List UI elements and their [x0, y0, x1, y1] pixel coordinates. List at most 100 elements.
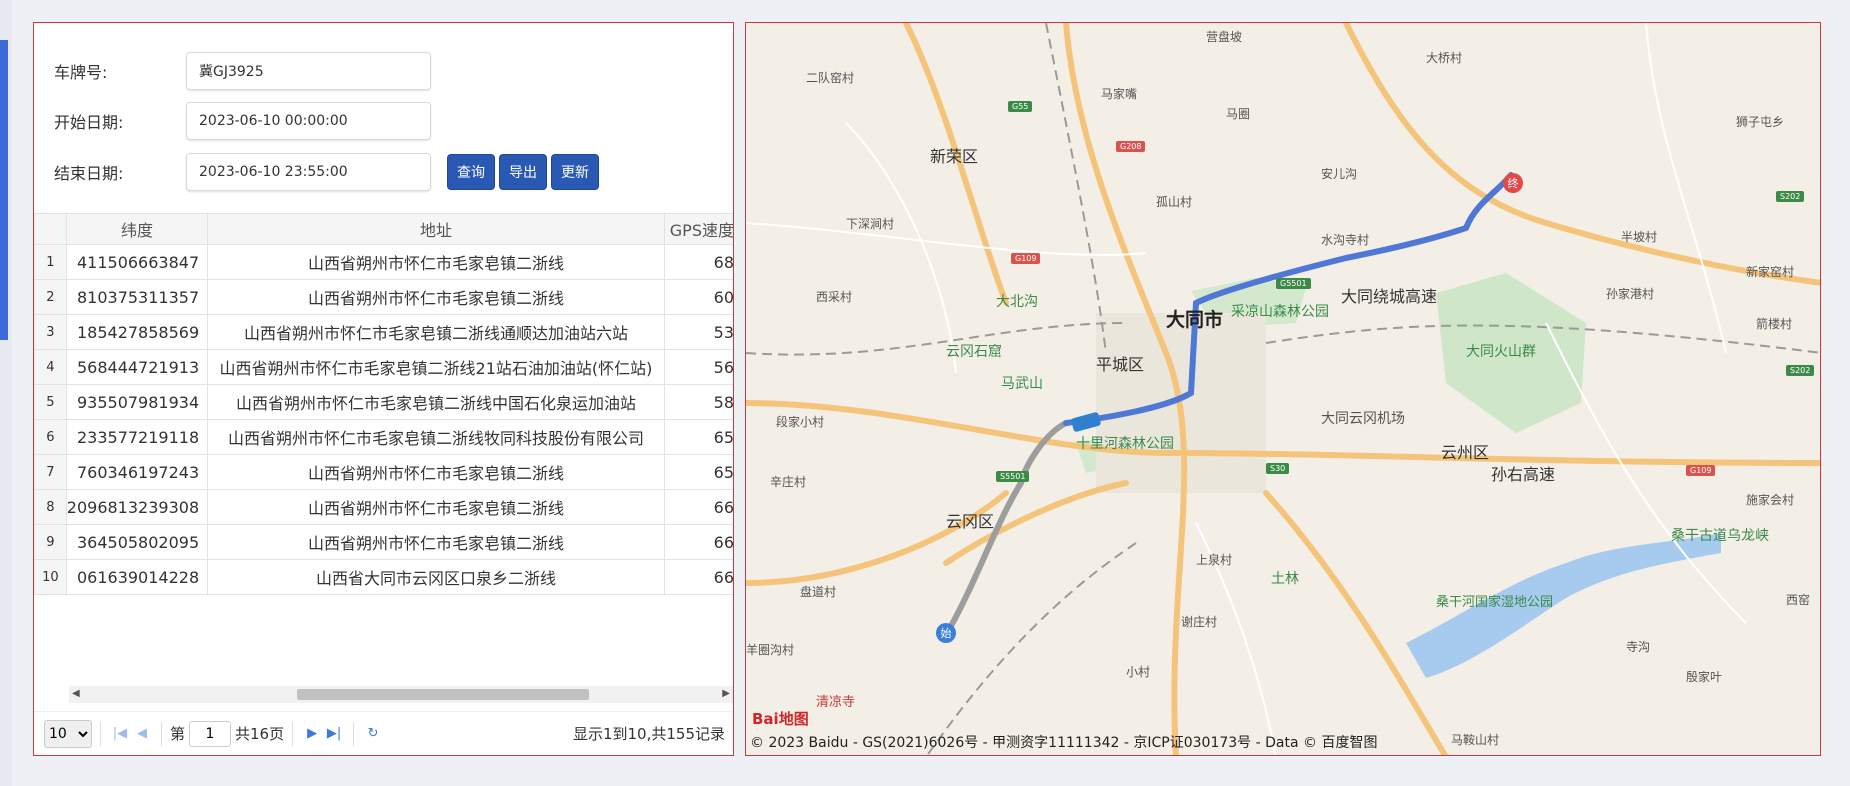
- gps-speed-cell: 66: [663, 489, 733, 525]
- row-number: 9: [34, 524, 67, 560]
- address-cell: 山西省大同市云冈区口泉乡二浙线: [207, 559, 665, 595]
- table-row[interactable]: 7 760346197243 山西省朔州市怀仁市毛家皂镇二浙线 65: [34, 454, 733, 490]
- window-edge: [0, 0, 12, 786]
- latitude-cell: 568444721913: [65, 349, 209, 385]
- separator: [100, 721, 101, 746]
- map-label: 羊圈沟村: [746, 643, 795, 657]
- map-panel[interactable]: 始 终 大同市 平城区 云冈区 云州区 新荣区 孙右高速 大同绕城高速 大同云冈…: [745, 22, 1821, 756]
- latitude-cell: 411506663847: [65, 244, 209, 280]
- map-label: 平城区: [1096, 355, 1145, 374]
- gps-speed-cell: 66: [663, 559, 733, 595]
- table-row[interactable]: 10 061639014228 山西省大同市云冈区口泉乡二浙线 66: [34, 559, 733, 595]
- map-label: 马武山: [1001, 376, 1043, 392]
- export-button[interactable]: 导出: [499, 154, 547, 190]
- row-number: 5: [34, 384, 67, 420]
- map-label: 寺沟: [1626, 640, 1651, 654]
- map-label: 土林: [1271, 571, 1299, 587]
- latitude-header[interactable]: 纬度: [65, 213, 209, 245]
- end-marker-label: 终: [1508, 176, 1519, 190]
- table-row[interactable]: 1 411506663847 山西省朔州市怀仁市毛家皂镇二浙线 68: [34, 244, 733, 280]
- end-date-input[interactable]: [186, 153, 431, 191]
- table-row[interactable]: 3 185427858569 山西省朔州市怀仁市毛家皂镇二浙线通顺达加油站六站 53: [34, 314, 733, 350]
- table-row[interactable]: 2 810375311357 山西省朔州市怀仁市毛家皂镇二浙线 60: [34, 279, 733, 315]
- refresh-button[interactable]: 更新: [551, 154, 599, 190]
- map-label: 云州区: [1441, 443, 1490, 462]
- table-row[interactable]: 4 568444721913 山西省朔州市怀仁市毛家皂镇二浙线21站石油加油站(怀仁…: [34, 349, 733, 385]
- next-page-icon[interactable]: ▶: [301, 726, 323, 741]
- map-label: 新荣区: [930, 147, 979, 166]
- latitude-cell: 185427858569: [65, 314, 209, 350]
- row-number: 2: [34, 279, 67, 315]
- end-marker[interactable]: 终: [1503, 173, 1523, 193]
- table-row[interactable]: 8 2096813239308 山西省朔州市怀仁市毛家皂镇二浙线 66: [34, 489, 733, 525]
- horizontal-scrollbar[interactable]: ◀ ▶: [69, 686, 733, 703]
- map-label: 孙右高速: [1491, 465, 1556, 484]
- address-cell: 山西省朔州市怀仁市毛家皂镇二浙线: [207, 279, 665, 315]
- table-row[interactable]: 5 935507981934 山西省朔州市怀仁市毛家皂镇二浙线中国石化泉运加油站 58: [34, 384, 733, 420]
- query-button[interactable]: 查询: [447, 154, 495, 190]
- latitude-cell: 935507981934: [65, 384, 209, 420]
- map-label: 孙家港村: [1606, 287, 1655, 301]
- map-canvas[interactable]: 始 终: [746, 23, 1821, 756]
- address-cell: 山西省朔州市怀仁市毛家皂镇二浙线中国石化泉运加油站: [207, 384, 665, 420]
- page-number-input[interactable]: [189, 720, 232, 747]
- separator: [292, 721, 294, 746]
- scroll-right-icon[interactable]: ▶: [722, 688, 730, 699]
- baidu-map-logo: Bai地图: [752, 710, 809, 728]
- map-label: 采凉山森林公园: [1231, 304, 1329, 320]
- page-size-select[interactable]: 10: [44, 719, 92, 748]
- map-label: 殷家叶: [1686, 670, 1723, 684]
- map-label: 大北沟: [996, 294, 1038, 310]
- table-row[interactable]: 9 364505802095 山西省朔州市怀仁市毛家皂镇二浙线 66: [34, 524, 733, 560]
- start-marker[interactable]: 始: [936, 623, 956, 643]
- end-date-row: 结束日期: 查询 导出 更新: [54, 153, 599, 191]
- reload-icon[interactable]: ↻: [362, 726, 384, 741]
- address-cell: 山西省朔州市怀仁市毛家皂镇二浙线: [207, 489, 665, 525]
- road-shield: S202: [1776, 191, 1805, 202]
- row-number: 6: [34, 419, 67, 455]
- gps-speed-cell: 60: [663, 279, 733, 315]
- first-page-icon[interactable]: |◀: [109, 726, 131, 741]
- latitude-cell: 2096813239308: [65, 489, 209, 525]
- map-label: 新家窑村: [1746, 265, 1795, 279]
- map-label: 西窑: [1786, 593, 1811, 607]
- map-label: 马家嘴: [1101, 87, 1138, 101]
- latitude-cell: 760346197243: [65, 454, 209, 490]
- map-label: 桑干古道乌龙峡: [1671, 528, 1769, 544]
- start-marker-label: 始: [941, 626, 952, 640]
- gps-speed-cell: 68: [663, 244, 733, 280]
- address-cell: 山西省朔州市怀仁市毛家皂镇二浙线: [207, 454, 665, 490]
- last-page-icon[interactable]: ▶|: [323, 726, 345, 741]
- map-label: 水沟寺村: [1321, 233, 1370, 247]
- road-shield: G208: [1116, 141, 1146, 152]
- gps-speed-header[interactable]: GPS速度: [663, 213, 733, 245]
- map-label: 辛庄村: [770, 475, 807, 489]
- road-shield: S202: [1786, 365, 1815, 376]
- scrollbar-thumb[interactable]: [297, 689, 589, 700]
- map-label: 安儿沟: [1321, 167, 1358, 181]
- address-header[interactable]: 地址: [207, 213, 665, 245]
- plate-input[interactable]: [186, 52, 431, 90]
- row-number: 3: [34, 314, 67, 350]
- plate-label: 车牌号:: [54, 63, 108, 82]
- gps-speed-cell: 66: [663, 524, 733, 560]
- row-number: 10: [34, 559, 67, 595]
- map-label: 云冈石窟: [946, 344, 1002, 360]
- map-label: 谢庄村: [1181, 615, 1218, 629]
- query-panel: 车牌号: 开始日期: 结束日期: 查询 导出 更新 纬度 地址 GPS速度 14…: [33, 22, 734, 756]
- prev-page-icon[interactable]: ◀: [131, 726, 153, 741]
- map-label: 大同市: [1166, 309, 1224, 331]
- table-header-row: 纬度 地址 GPS速度: [34, 213, 733, 245]
- map-label: 下深涧村: [846, 217, 895, 231]
- row-number: 4: [34, 349, 67, 385]
- scroll-left-icon[interactable]: ◀: [72, 688, 80, 699]
- row-number: 8: [34, 489, 67, 525]
- end-date-label: 结束日期:: [54, 164, 124, 183]
- table-row[interactable]: 6 233577219118 山西省朔州市怀仁市毛家皂镇二浙线牧同科技股份有限公司 6…: [34, 419, 733, 455]
- gps-speed-cell: 58: [663, 384, 733, 420]
- road-shield: S5501: [996, 471, 1030, 482]
- map-label: 云冈区: [946, 512, 995, 531]
- start-date-input[interactable]: [186, 102, 431, 140]
- start-date-label: 开始日期:: [54, 113, 124, 132]
- map-label: 清凉寺: [816, 695, 856, 710]
